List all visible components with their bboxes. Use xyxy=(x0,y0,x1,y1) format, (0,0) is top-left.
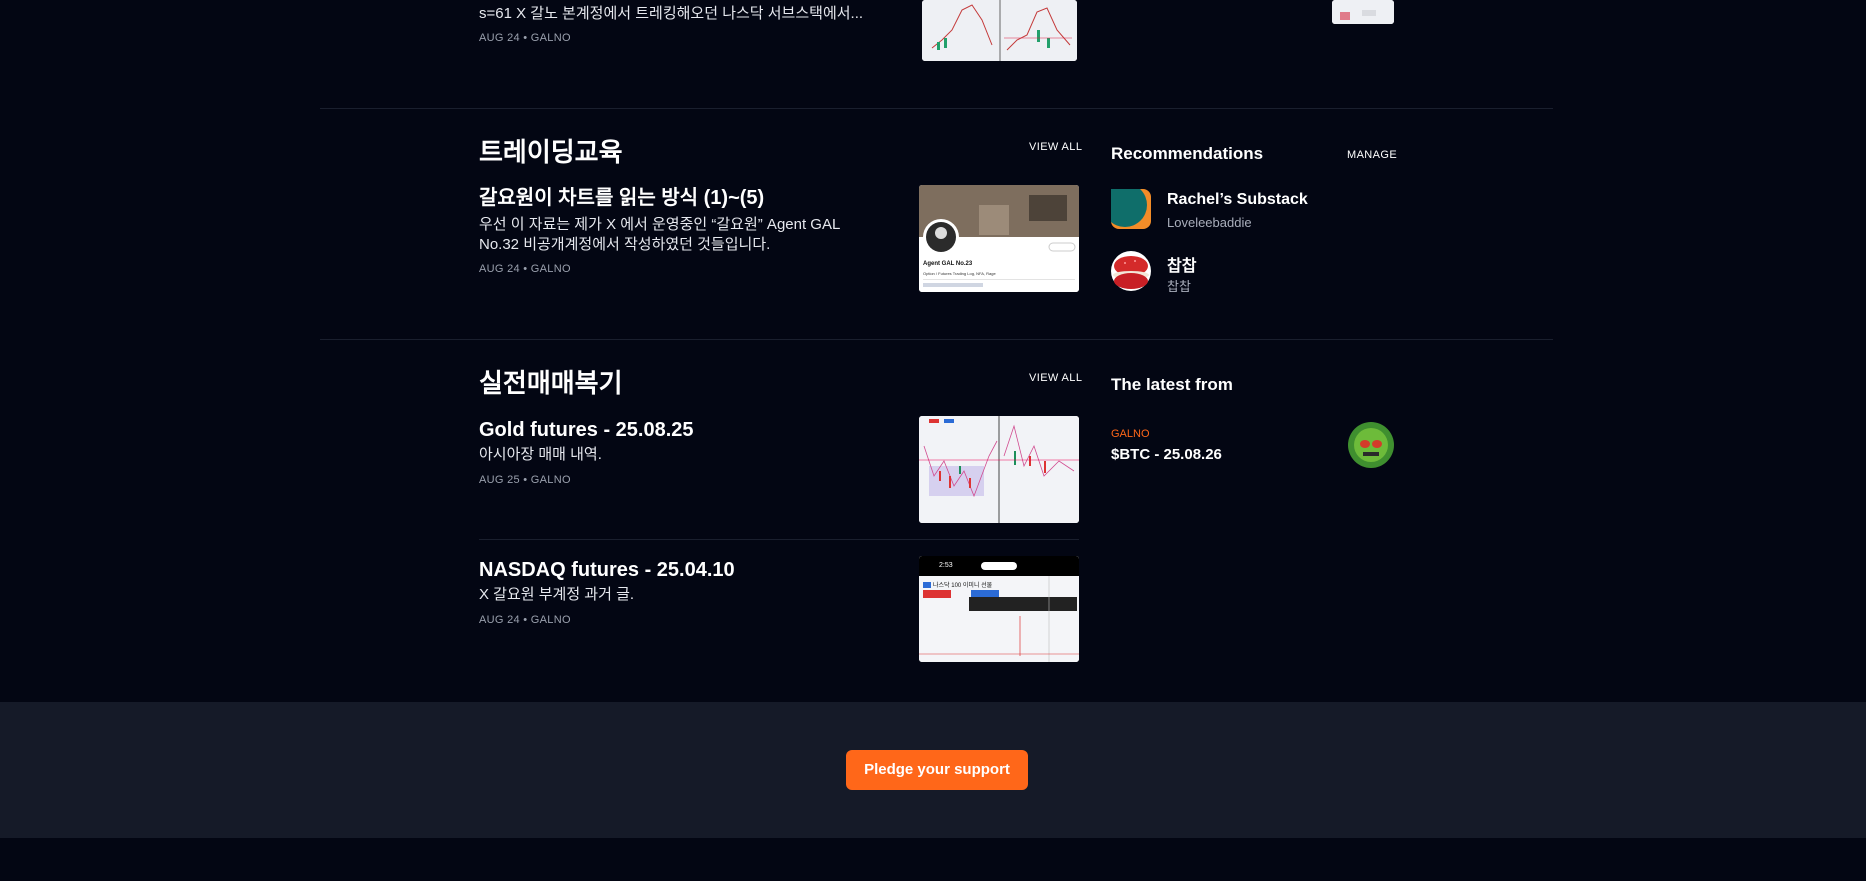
section-title-education[interactable]: 트레이딩교육 xyxy=(479,132,623,169)
recommendation-handle: Loveleebaddie xyxy=(1167,215,1252,230)
thumbnail-account-desc: Option / Futures Trading Log, NFA, Rage xyxy=(923,271,996,276)
manage-recommendations-link[interactable]: MANAGE xyxy=(1347,149,1397,161)
phone-status-time: 2:53 xyxy=(939,562,953,569)
section-title-trading[interactable]: 실전매매복기 xyxy=(479,363,623,400)
rachel-avatar-icon[interactable] xyxy=(1103,183,1151,229)
top-post-meta: AUG 24 • GALNO xyxy=(479,32,571,44)
trading-post-subtitle: X 갈요원 부계정 과거 글. xyxy=(479,586,635,603)
top-latest-thumbnail[interactable] xyxy=(1332,0,1394,24)
post-divider xyxy=(479,539,1079,540)
section-divider xyxy=(320,108,1553,109)
recommendations-title: Recommendations xyxy=(1111,144,1264,163)
view-all-education-link[interactable]: VIEW ALL xyxy=(1029,141,1082,153)
education-post-subtitle-line1: 우선 이 자료는 제가 X 에서 운영중인 “갈요원” Agent GAL xyxy=(479,216,841,233)
recommendation-name[interactable]: 찹찹 xyxy=(1167,252,1196,276)
latest-author[interactable]: GALNO xyxy=(1111,428,1150,440)
trading-post-meta: AUG 24 • GALNO xyxy=(479,614,571,626)
latest-post-thumbnail-icon[interactable] xyxy=(1347,422,1395,468)
trading-post-subtitle: 아시아장 매매 내역. xyxy=(479,446,602,463)
top-post-subtitle[interactable]: s=61 X 갈노 본계정에서 트레킹해오던 나스닥 서브스택에서... xyxy=(479,4,909,24)
recommendation-name[interactable]: Rachel’s Substack xyxy=(1167,191,1308,209)
education-post-subtitle-line2: No.32 비공개계정에서 작성하였던 것들입니다. xyxy=(479,236,771,253)
education-post-thumbnail[interactable]: Agent GAL No.23 Option / Futures Trading… xyxy=(919,185,1079,292)
education-post-meta: AUG 24 • GALNO xyxy=(479,263,571,275)
section-divider xyxy=(320,339,1553,340)
trading-post-meta: AUG 25 • GALNO xyxy=(479,474,571,486)
trading-post-title[interactable]: NASDAQ futures - 25.04.10 xyxy=(479,558,735,582)
phone-chart-label: 나스닥 100 이미니 선물 xyxy=(933,583,993,589)
latest-post-title[interactable]: $BTC - 25.08.26 xyxy=(1111,446,1222,463)
macaron-avatar-icon[interactable] xyxy=(1111,251,1151,291)
view-all-trading-link[interactable]: VIEW ALL xyxy=(1029,372,1082,384)
pledge-support-button[interactable]: Pledge your support xyxy=(846,750,1028,790)
nasdaq-futures-thumbnail[interactable]: 2:53 나스닥 100 이미니 선물 xyxy=(919,556,1079,662)
thumbnail-account-name: Agent GAL No.23 xyxy=(923,261,973,267)
latest-from-title: The latest from xyxy=(1111,375,1233,394)
top-post-thumbnail[interactable] xyxy=(922,0,1077,61)
gold-futures-thumbnail[interactable] xyxy=(919,416,1079,523)
trading-post-title[interactable]: Gold futures - 25.08.25 xyxy=(479,418,694,442)
education-post-title[interactable]: 갈요원이 차트를 읽는 방식 (1)~(5) xyxy=(479,186,764,210)
recommendation-handle: 찹찹 xyxy=(1167,279,1191,294)
